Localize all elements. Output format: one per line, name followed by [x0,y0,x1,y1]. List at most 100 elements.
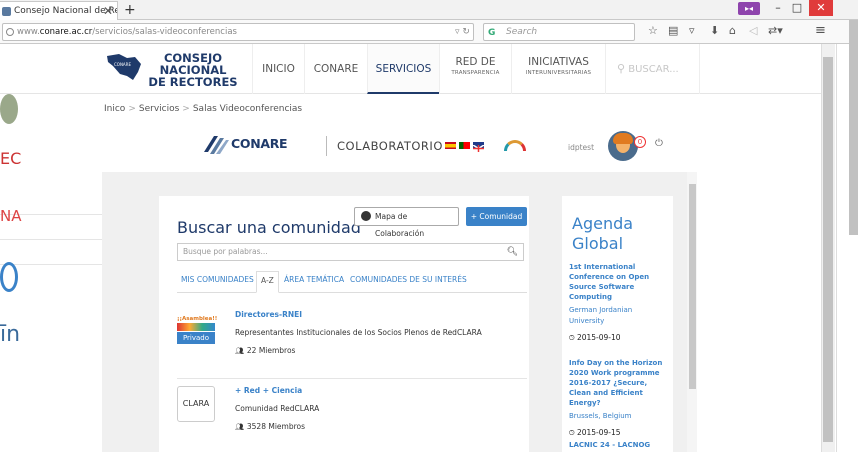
browser-tab-bar: Consejo Nacional de Rect... ✕ + ▸◂ – □ ✕ [0,0,858,20]
event-date: 🕒︎ 2015-09-10 [569,333,669,343]
clock-icon: 🕒︎ [569,334,575,342]
breadcrumb-inicio[interactable]: Inico [104,104,125,114]
divider [177,378,527,379]
svg-text:CONARE: CONARE [114,62,131,67]
pocket-icon[interactable]: ▿ [689,24,695,37]
search-icon[interactable]: 🔍︎ [507,244,518,260]
url-path: /servicios/salas-videoconferencias [92,27,237,37]
card-title: Buscar una comunidad [177,218,361,237]
app-title: COLABORATORIO [337,139,443,153]
english-flag-icon[interactable] [472,142,485,153]
nav-label: SERVICIOS [375,63,432,75]
send-icon[interactable]: ◁ [749,24,757,37]
agenda-event[interactable]: Info Day on the Horizon 2020 Work progra… [569,358,669,438]
community-description: Representantes Institucionales de los So… [235,328,482,337]
collaboration-map-button[interactable]: Mapa de Colaboración [354,207,459,238]
spanish-flag-icon[interactable] [445,142,456,149]
members-icon: 👥︎ [235,423,244,431]
nav-servicios[interactable]: SERVICIOS [367,44,439,94]
university-logo-icon[interactable] [0,262,18,292]
download-icon[interactable]: ⬇ [710,24,719,37]
bookmark-star-icon[interactable]: ☆ [648,24,658,37]
breadcrumb-servicios[interactable]: Servicios [139,104,179,114]
costa-rica-map-icon[interactable]: CONARE [105,52,143,82]
university-logo-icon[interactable] [0,94,18,124]
university-logo-icon[interactable]: EC [0,149,22,168]
menu-icon[interactable]: ≡ [815,23,826,38]
reading-list-icon[interactable]: ▤ [668,24,678,37]
tab-close-icon[interactable]: ✕ [103,2,113,20]
extension-icon[interactable]: ▸◂ [738,2,760,15]
browser-toolbar: www.conare.ac.cr/servicios/salas-videoco… [0,20,858,44]
favicon-icon [2,7,11,16]
members-icon: 👥︎ [235,347,244,355]
logo-stripe [177,323,215,331]
event-title[interactable]: LACNIC 24 - LACNOG [569,440,669,450]
extension-menu-icon[interactable]: ⇄▾ [768,24,783,37]
university-logo-icon[interactable]: NA [0,207,22,225]
breadcrumb-separator: > [182,104,190,114]
notification-badge[interactable]: 0 [634,136,646,148]
event-title[interactable]: 1st International Conference on Open Sou… [569,262,669,302]
divider [326,136,327,156]
search-engine-icon: G [488,28,496,38]
browser-search-field[interactable]: G Search [483,23,635,41]
speed-gauge-icon[interactable] [504,140,526,151]
clock-icon: 🕒︎ [569,429,575,437]
divider [0,239,102,240]
community-tabs: MIS COMUNIDADES A-Z ÁREA TEMÁTICA COMUNI… [177,268,527,293]
agenda-event[interactable]: 1st International Conference on Open Sou… [569,262,669,343]
community-name[interactable]: Directores-RNEI [235,310,302,319]
nav-red-transparencia[interactable]: RED DE TRANSPARENCIA [439,44,511,94]
site-logo-text[interactable]: CONSEJO NACIONAL DE RECTORES [143,52,243,88]
reload-icon[interactable]: ▿ ↻ [455,23,470,41]
members-count: 22 Miembros [246,346,296,355]
event-date-text: 2015-09-15 [576,428,621,437]
community-members: 👥︎ 22 Miembros [235,346,295,355]
breadcrumb-current: Salas Videoconferencias [192,104,303,114]
side-scrollbar-thumb[interactable] [849,20,858,235]
colaboratorio-frame: CONARE COLABORATORIO idptest 0 ⏻ Buscar … [102,122,697,452]
portuguese-flag-icon[interactable] [459,142,470,149]
community-search-input[interactable]: Busque por palabras... 🔍︎ [177,243,524,261]
add-community-button[interactable]: + Comunidad [466,207,527,226]
home-icon[interactable]: ⌂ [729,24,736,37]
maximize-button[interactable]: □ [788,0,806,16]
app-brand[interactable]: CONARE [231,136,288,151]
members-count: 3528 Miembros [246,422,306,431]
divider [0,264,102,265]
url-field[interactable]: www.conare.ac.cr/servicios/salas-videoco… [2,23,474,41]
avatar-hair [613,133,633,144]
nav-conare[interactable]: CONARE [304,44,367,94]
power-icon[interactable]: ⏻ [655,138,663,149]
tab-mis-comunidades[interactable]: MIS COMUNIDADES [181,271,254,288]
community-logo: ¡¡Asamblea!! Privado [177,310,217,346]
nav-label: RED DE [455,56,496,68]
site-search[interactable]: ⚲ BUSCAR... [605,44,700,94]
avatar[interactable] [608,131,638,161]
private-badge: Privado [177,332,215,344]
browser-tab[interactable]: Consejo Nacional de Rect... ✕ [0,1,118,20]
nav-iniciativas[interactable]: INICIATIVAS INTERUNIVERSITARIAS [511,44,605,94]
breadcrumb: Inico > Servicios > Salas Videoconferencias [104,104,302,114]
university-logo-icon[interactable]: īn [0,322,22,347]
tab-area-tematica[interactable]: ÁREA TEMÁTICA [284,271,344,288]
globe-icon [361,211,371,221]
app-header: CONARE COLABORATORIO idptest 0 ⏻ [102,122,697,172]
username[interactable]: idptest [568,143,594,152]
tab-a-z[interactable]: A-Z [256,271,279,293]
nav-sublabel: TRANSPARENCIA [451,70,500,76]
new-tab-button[interactable]: + [124,0,136,20]
close-window-button[interactable]: ✕ [809,0,833,16]
frame-scrollbar-thumb[interactable] [689,184,696,389]
nav-inicio[interactable]: INICIO [252,44,304,94]
community-name[interactable]: + Red + Ciencia [235,386,302,395]
site-search-label: BUSCAR... [628,64,679,75]
page-scrollbar-thumb[interactable] [823,57,833,442]
agenda-event[interactable]: LACNIC 24 - LACNOG [569,440,669,450]
community-logo: CLARA [177,386,215,422]
mapa-button-label: Mapa de Colaboración [375,212,425,238]
minimize-button[interactable]: – [769,0,787,16]
event-title[interactable]: Info Day on the Horizon 2020 Work progra… [569,358,669,408]
tab-comunidades-interes[interactable]: COMUNIDADES DE SU INTERÉS [350,271,467,288]
